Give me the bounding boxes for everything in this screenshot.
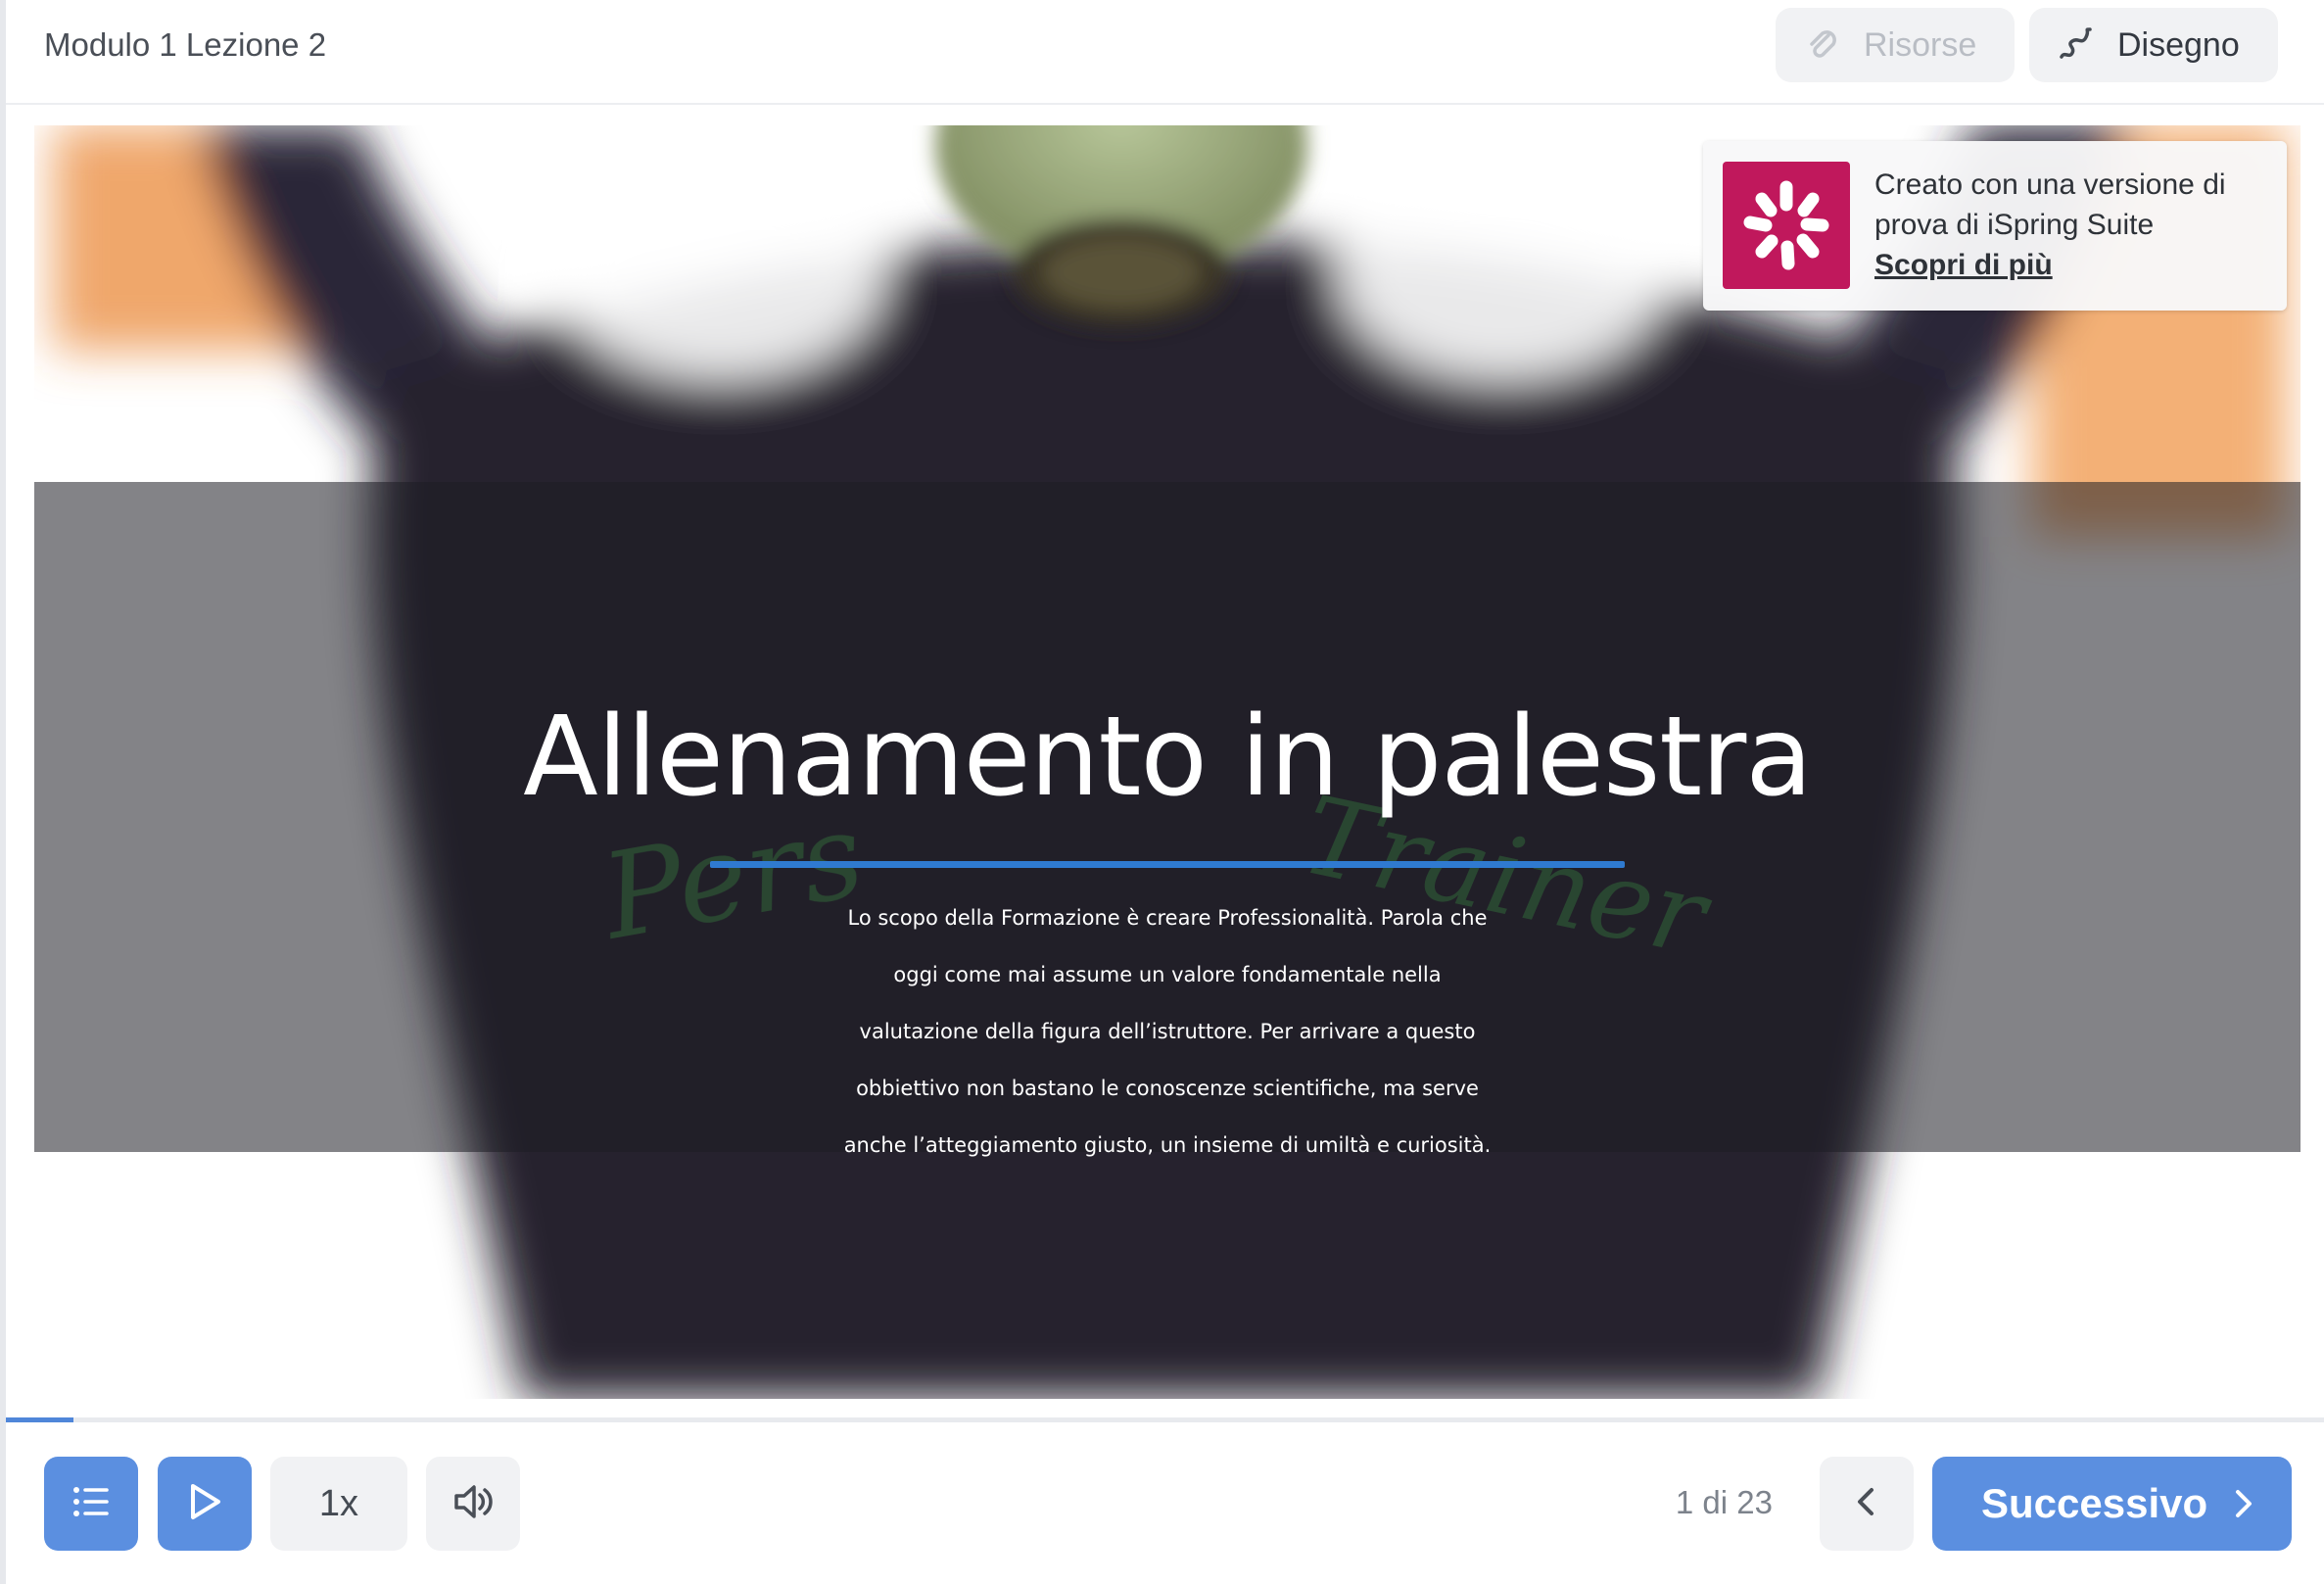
banner-text: Creato con una versione di prova di iSpr… — [1874, 168, 2226, 241]
chevron-right-icon — [2223, 1484, 2262, 1523]
paperclip-icon — [1803, 25, 1842, 65]
resources-label: Risorse — [1864, 25, 1977, 64]
drawing-label: Disegno — [2117, 25, 2240, 64]
title-underline — [710, 861, 1625, 868]
next-slide-button[interactable]: Successivo — [1932, 1457, 2292, 1551]
chevron-left-icon — [1847, 1482, 1886, 1526]
playback-speed-button[interactable]: 1x — [270, 1457, 407, 1551]
slide-body-text: Lo scopo della Formazione è creare Profe… — [843, 906, 1492, 1157]
slide-title: Allenamento in palestra — [523, 694, 1813, 821]
progress-bar[interactable] — [6, 1417, 2324, 1422]
player-frame-edge — [0, 0, 6, 1584]
play-button[interactable] — [158, 1457, 252, 1551]
player-header: Modulo 1 Lezione 2 Risorse Disegno — [6, 0, 2324, 105]
slide-canvas: Pers Trainer Allenamento in palestra Lo … — [34, 125, 2300, 1399]
resources-button[interactable]: Risorse — [1776, 8, 2015, 82]
play-icon — [183, 1480, 226, 1528]
previous-slide-button[interactable] — [1820, 1457, 1914, 1551]
outline-menu-button[interactable] — [44, 1457, 138, 1551]
progress-fill — [6, 1417, 73, 1422]
drawing-button[interactable]: Disegno — [2029, 8, 2278, 82]
lesson-title: Modulo 1 Lezione 2 — [44, 26, 327, 63]
slide-counter: 1 di 23 — [1675, 1484, 1773, 1520]
list-icon — [70, 1480, 113, 1528]
next-label: Successivo — [1981, 1480, 2208, 1526]
pen-squiggle-icon — [2057, 25, 2096, 65]
volume-button[interactable] — [426, 1457, 520, 1551]
speaker-icon — [451, 1479, 496, 1529]
ispring-trial-banner[interactable]: Creato con una versione di prova di iSpr… — [1703, 141, 2287, 311]
banner-message: Creato con una versione di prova di iSpr… — [1874, 165, 2266, 285]
ispring-logo — [1723, 162, 1850, 289]
learn-more-link[interactable]: Scopri di più — [1874, 245, 2266, 285]
